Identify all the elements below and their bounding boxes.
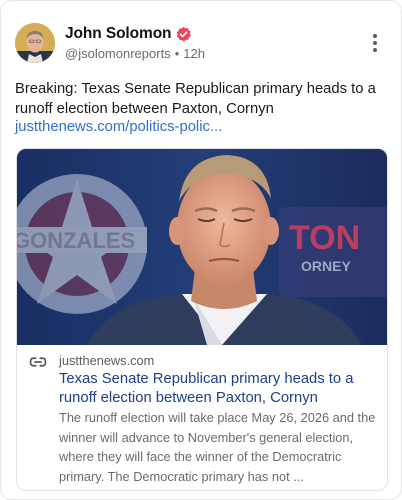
link-preview-card[interactable]: GONZALES TON ORNEY justthenews.com Texas…	[16, 148, 388, 491]
more-vertical-icon	[373, 34, 377, 38]
link-preview-body: justthenews.com Texas Senate Republican …	[17, 345, 387, 490]
link-title[interactable]: Texas Senate Republican primary heads to…	[59, 370, 379, 408]
verified-badge-icon	[177, 26, 192, 41]
avatar[interactable]	[15, 23, 55, 63]
author-handle[interactable]: @jsolomonreports	[65, 46, 171, 61]
post-link[interactable]: justthenews.com/politics-polic...	[15, 117, 222, 137]
post-card: John Solomon @jsolomonreports • 12h Brea…	[0, 0, 402, 500]
sign-text-right: TON	[289, 219, 360, 257]
link-preview-image[interactable]: GONZALES TON ORNEY	[17, 149, 387, 345]
author-info: John Solomon @jsolomonreports • 12h	[65, 24, 205, 61]
post-header: John Solomon @jsolomonreports • 12h	[15, 23, 387, 65]
meta-separator: •	[174, 46, 180, 61]
sign-text-left: GONZALES	[17, 228, 135, 253]
post-text: Breaking: Texas Senate Republican primar…	[15, 81, 376, 117]
post-time[interactable]: 12h	[183, 46, 205, 61]
link-domain: justthenews.com	[59, 353, 155, 368]
author-name[interactable]: John Solomon	[65, 25, 172, 43]
link-chain-icon	[29, 357, 47, 367]
more-options-button[interactable]	[363, 29, 387, 57]
sign-text-right-sub: ORNEY	[301, 258, 351, 274]
link-description: The runoff election will take place May …	[59, 410, 376, 484]
